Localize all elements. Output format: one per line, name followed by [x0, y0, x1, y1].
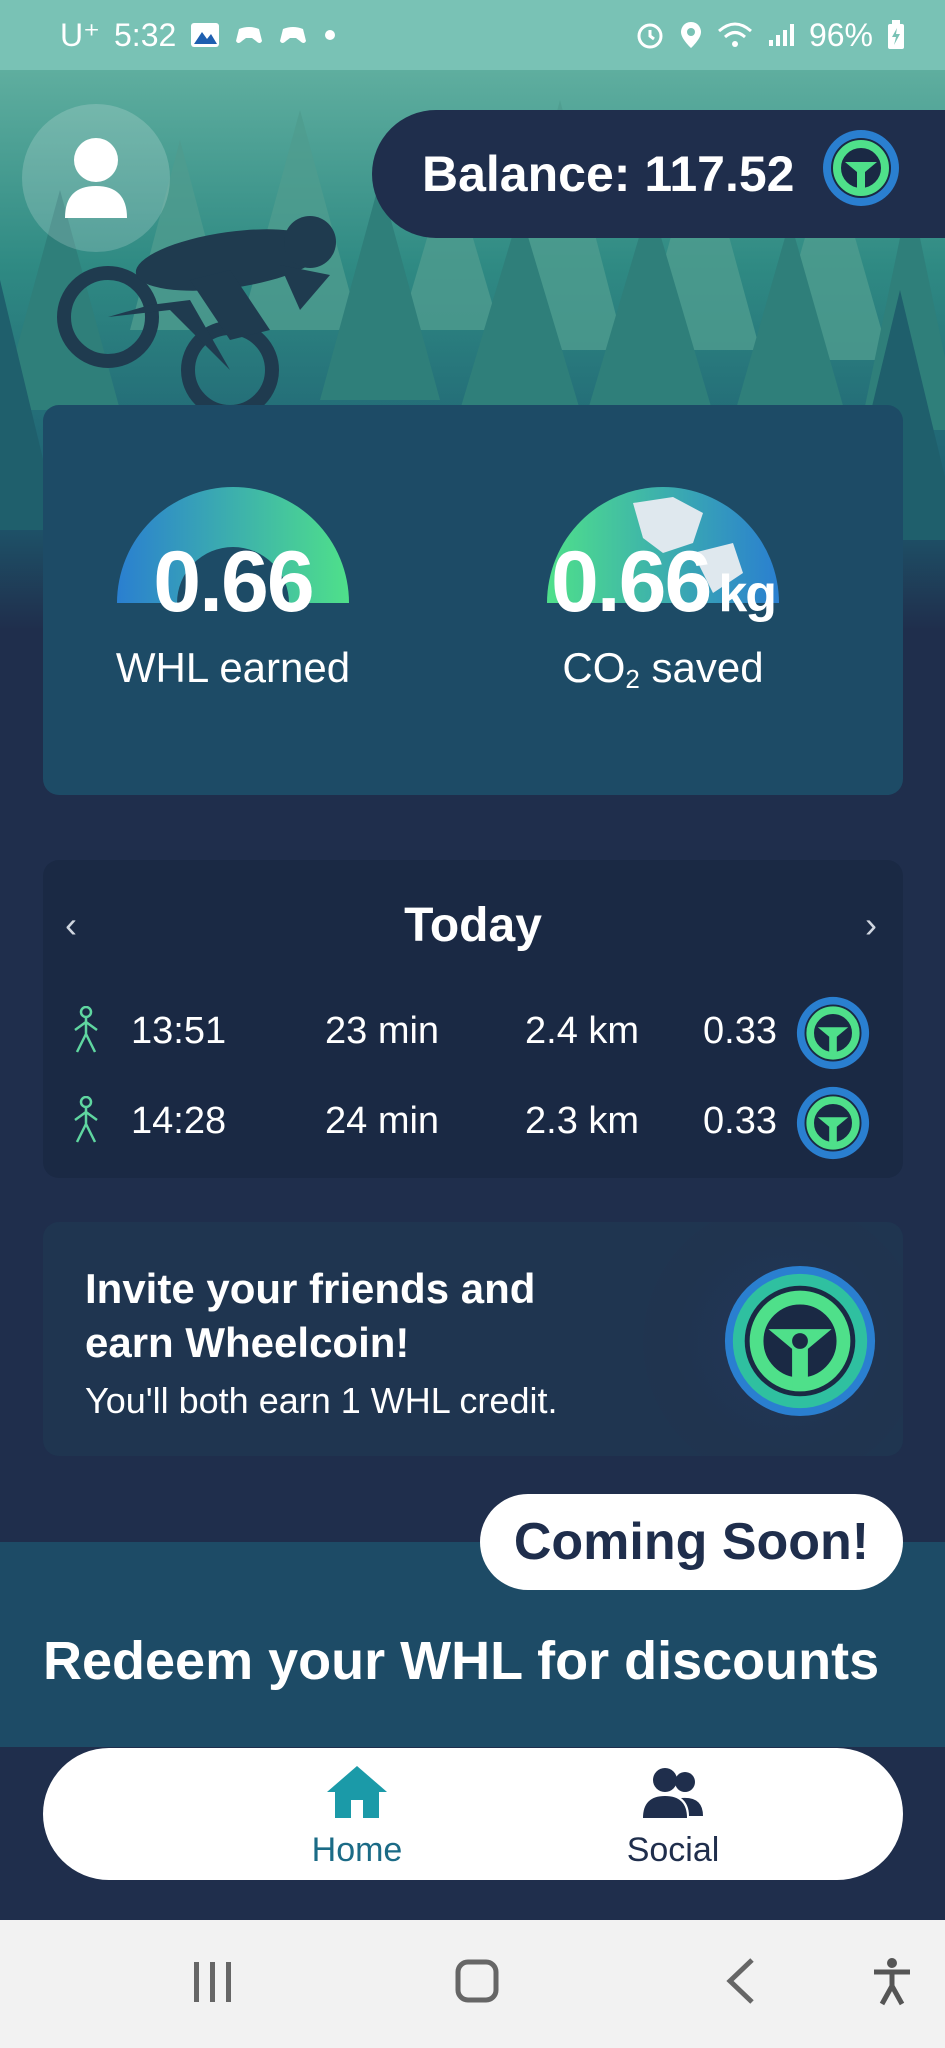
invite-friends-card[interactable]: Invite your friends and earn Wheelcoin! …	[43, 1222, 903, 1456]
accessibility-icon[interactable]	[872, 1956, 912, 2011]
home-icon	[327, 1766, 387, 1818]
gallery-icon	[190, 22, 220, 48]
back-icon[interactable]	[722, 1956, 762, 2011]
profile-avatar-button[interactable]	[22, 104, 170, 252]
walking-icon	[69, 1005, 103, 1064]
trip-whl: 0.33	[703, 1100, 777, 1142]
home-system-icon[interactable]	[454, 1956, 500, 2011]
user-icon	[65, 138, 127, 218]
trip-distance: 2.3 km	[525, 1100, 640, 1142]
trip-duration: 23 min	[325, 1010, 440, 1052]
trip-distance: 2.4 km	[525, 1010, 640, 1052]
co2-saved-value: 0.66	[550, 534, 712, 630]
alarm-icon	[635, 20, 665, 50]
balance-pill[interactable]: Balance: 117.52	[372, 110, 945, 238]
co2-unit: kg	[718, 565, 777, 623]
co2-saved-label: CO2 saved	[562, 644, 764, 694]
tab-social-label: Social	[626, 1831, 720, 1869]
balance-label: Balance: 117.52	[422, 146, 795, 202]
redeem-title: Redeem your WHL for discounts	[43, 1631, 880, 1691]
walking-icon	[69, 1095, 103, 1154]
wifi-icon	[717, 21, 753, 49]
today-title: Today	[404, 899, 542, 952]
carrier-label: U⁺	[60, 17, 100, 53]
game-controller-icon	[278, 23, 308, 47]
trip-time: 14:28	[131, 1100, 227, 1142]
impact-stats-card: 0.66 WHL earned 0.66 kg CO2 saved	[43, 405, 903, 795]
whl-earned-label: WHL earned	[115, 644, 351, 691]
whl-earned-value: 0.66	[153, 534, 314, 630]
wheelcoin-icon	[821, 128, 901, 220]
wheelcoin-icon	[795, 995, 871, 1081]
battery-charging-icon	[887, 20, 905, 50]
notification-dot-icon	[322, 27, 338, 43]
next-day-button[interactable]: ›	[865, 904, 877, 946]
coming-soon-badge: Coming Soon!	[480, 1494, 903, 1590]
recent-apps-icon[interactable]	[190, 1956, 236, 2011]
bottom-navigation: Home Social	[43, 1748, 903, 1880]
tab-home[interactable]: Home	[257, 1764, 457, 1870]
trip-row[interactable]: 13:51 23 min 2.4 km 0.33	[43, 990, 903, 1074]
trip-whl: 0.33	[703, 1010, 777, 1052]
people-icon	[643, 1768, 703, 1818]
invite-title: Invite your friends and earn Wheelcoin!	[85, 1265, 536, 1366]
wheelcoin-icon	[721, 1262, 879, 1425]
location-icon	[679, 20, 703, 50]
wheelcoin-icon	[795, 1085, 871, 1171]
whl-earned-stat: 0.66 WHL earned	[43, 475, 423, 692]
system-navigation-bar	[0, 1920, 945, 2048]
game-controller-icon	[234, 23, 264, 47]
status-bar: U⁺ 5:32 96%	[0, 0, 945, 70]
tab-social[interactable]: Social	[573, 1764, 773, 1870]
trip-row[interactable]: 14:28 24 min 2.3 km 0.33	[43, 1080, 903, 1164]
trip-time: 13:51	[131, 1010, 227, 1052]
tab-home-label: Home	[311, 1831, 403, 1869]
today-trips-card: ‹ Today › 13:51 23 min 2.4 km 0.33 14:28…	[43, 860, 903, 1178]
co2-saved-stat: 0.66 kg CO2 saved	[473, 475, 853, 695]
trip-duration: 24 min	[325, 1100, 440, 1142]
battery-percent: 96%	[808, 16, 873, 53]
signal-icon	[767, 22, 795, 48]
clock: 5:32	[114, 16, 177, 53]
invite-subtitle: You'll both earn 1 WHL credit.	[85, 1380, 558, 1421]
